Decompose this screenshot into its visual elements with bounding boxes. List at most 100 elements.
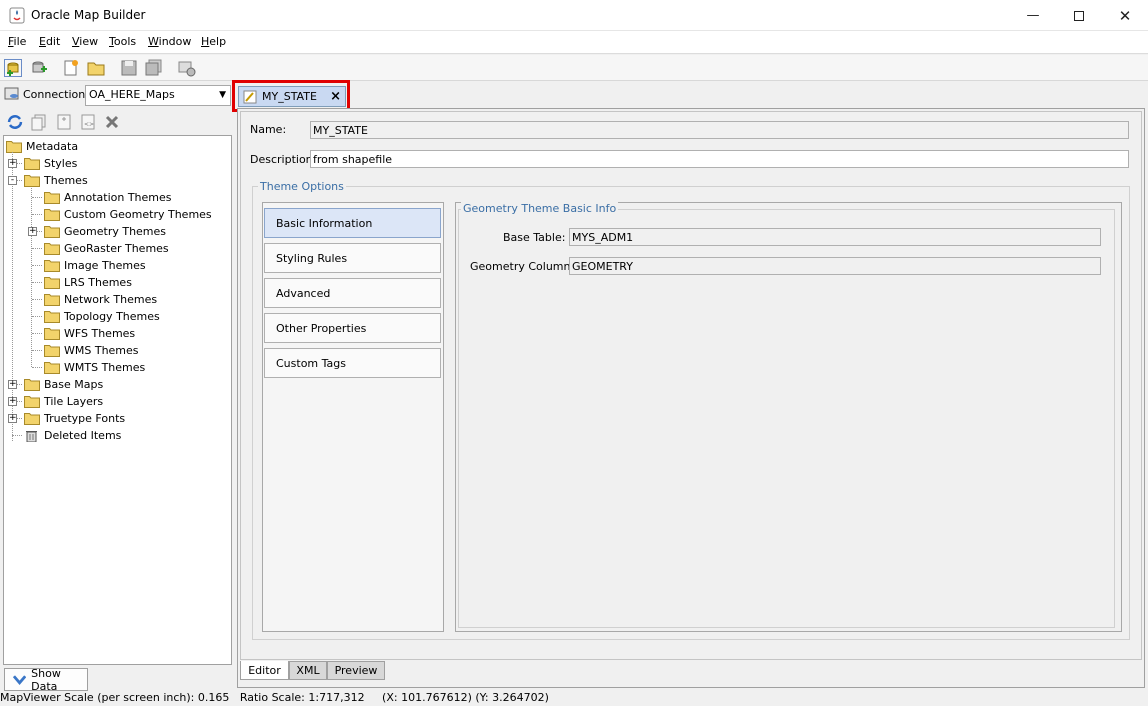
tab-my-state[interactable]: MY_STATE × bbox=[238, 86, 346, 107]
base-table-field[interactable]: MYS_ADM1 bbox=[569, 228, 1101, 246]
menu-window[interactable]: Window bbox=[148, 35, 191, 48]
show-data-button[interactable]: Show Data bbox=[4, 666, 88, 693]
tree-item-topology-themes[interactable]: Topology Themes bbox=[44, 308, 160, 325]
tree-item-label: Image Themes bbox=[64, 259, 146, 272]
menu-bar: File Edit View Tools Window Help bbox=[0, 31, 1148, 54]
copy-icon[interactable] bbox=[30, 113, 48, 131]
menu-help[interactable]: Help bbox=[201, 35, 226, 48]
tree-item-truetype-fonts[interactable]: Truetype Fonts bbox=[24, 410, 125, 427]
tree-connector bbox=[32, 265, 42, 266]
tree-item-image-themes[interactable]: Image Themes bbox=[44, 257, 146, 274]
tree-item-base-maps[interactable]: Base Maps bbox=[24, 376, 103, 393]
folder-icon bbox=[44, 311, 60, 323]
main-toolbar bbox=[0, 55, 1148, 81]
tree-item-deleted-items[interactable]: Deleted Items bbox=[24, 427, 121, 444]
tree-root-metadata[interactable]: Metadata bbox=[6, 138, 78, 155]
tree-connector bbox=[32, 367, 42, 368]
status-text: MapViewer Scale (per screen inch): 0.165… bbox=[0, 691, 549, 704]
folder-icon bbox=[44, 209, 60, 221]
nav-other-properties[interactable]: Other Properties bbox=[264, 313, 441, 343]
geometry-info-title: Geometry Theme Basic Info bbox=[461, 202, 619, 215]
expand-icon[interactable]: + bbox=[8, 159, 17, 168]
folder-icon bbox=[44, 260, 60, 272]
chevron-down-icon bbox=[13, 674, 27, 685]
expand-icon[interactable]: + bbox=[8, 380, 17, 389]
status-bar: MapViewer Scale (per screen inch): 0.165… bbox=[0, 690, 1148, 706]
maximize-button[interactable] bbox=[1056, 0, 1102, 31]
tree-item-label: LRS Themes bbox=[64, 276, 132, 289]
expand-icon[interactable]: + bbox=[8, 397, 17, 406]
nav-advanced[interactable]: Advanced bbox=[264, 278, 441, 308]
open-folder-icon[interactable] bbox=[87, 59, 105, 77]
tab-xml[interactable]: XML bbox=[289, 661, 327, 680]
tab-editor[interactable]: Editor bbox=[240, 661, 289, 680]
tree-item-label: Themes bbox=[44, 174, 88, 187]
minimize-button[interactable]: — bbox=[1010, 0, 1056, 31]
tree-item-custom-geometry-themes[interactable]: Custom Geometry Themes bbox=[44, 206, 212, 223]
menu-file[interactable]: File bbox=[8, 35, 26, 48]
minimize-icon: — bbox=[1026, 8, 1040, 23]
tree-item-lrs-themes[interactable]: LRS Themes bbox=[44, 274, 132, 291]
expand-icon[interactable]: + bbox=[28, 227, 37, 236]
tree-connector bbox=[32, 350, 42, 351]
tree-item-label: Base Maps bbox=[44, 378, 104, 391]
connection-select[interactable]: OA_HERE_Maps ▼ bbox=[85, 85, 231, 106]
svg-text:<>: <> bbox=[84, 121, 94, 128]
maximize-icon bbox=[1074, 10, 1084, 21]
settings-icon[interactable] bbox=[178, 59, 196, 77]
tree-connector bbox=[32, 316, 42, 317]
folder-icon bbox=[24, 379, 40, 391]
tree-connector bbox=[12, 435, 22, 436]
tree-item-network-themes[interactable]: Network Themes bbox=[44, 291, 157, 308]
description-field[interactable]: from shapefile bbox=[310, 150, 1129, 168]
nav-basic-information[interactable]: Basic Information bbox=[264, 208, 441, 238]
tree-item-label: WMS Themes bbox=[64, 344, 139, 357]
tree-item-label: Topology Themes bbox=[64, 310, 160, 323]
menu-tools[interactable]: Tools bbox=[109, 35, 136, 48]
tree-item-annotation-themes[interactable]: Annotation Themes bbox=[44, 189, 172, 206]
folder-open-icon bbox=[6, 141, 22, 153]
connection-label: Connection: bbox=[23, 88, 89, 101]
close-window-button[interactable]: ✕ bbox=[1102, 0, 1148, 31]
new-icon[interactable] bbox=[62, 59, 80, 77]
nav-custom-tags[interactable]: Custom Tags bbox=[264, 348, 441, 378]
menu-edit[interactable]: Edit bbox=[39, 35, 60, 48]
tree-item-wmts-themes[interactable]: WMTS Themes bbox=[44, 359, 145, 376]
close-tab-icon[interactable]: × bbox=[330, 89, 341, 104]
tree-connector bbox=[32, 248, 42, 249]
tree-item-geometry-themes[interactable]: Geometry Themes bbox=[44, 223, 166, 240]
tree-item-wms-themes[interactable]: WMS Themes bbox=[44, 342, 139, 359]
new-connection-icon[interactable] bbox=[4, 59, 22, 77]
refresh-icon[interactable] bbox=[6, 113, 24, 131]
tree-connector bbox=[32, 333, 42, 334]
tree-item-tile-layers[interactable]: Tile Layers bbox=[24, 393, 103, 410]
save-all-icon[interactable] bbox=[145, 59, 163, 77]
name-field[interactable]: MY_STATE bbox=[310, 121, 1129, 139]
tree-item-label: GeoRaster Themes bbox=[64, 242, 169, 255]
tree-item-label: Truetype Fonts bbox=[44, 412, 126, 425]
collapse-icon[interactable]: - bbox=[8, 176, 17, 185]
tree-item-themes[interactable]: Themes bbox=[24, 172, 88, 189]
tree-item-wfs-themes[interactable]: WFS Themes bbox=[44, 325, 135, 342]
paste-icon[interactable] bbox=[55, 113, 73, 131]
delete-icon[interactable] bbox=[103, 113, 121, 131]
save-icon[interactable] bbox=[120, 59, 138, 77]
folder-icon bbox=[44, 226, 60, 238]
nav-styling-rules[interactable]: Styling Rules bbox=[264, 243, 441, 273]
menu-view[interactable]: View bbox=[72, 35, 98, 48]
tree-item-label: Styles bbox=[44, 157, 78, 170]
folder-icon bbox=[44, 362, 60, 374]
rename-icon[interactable]: <> bbox=[79, 113, 97, 131]
tree-item-georaster-themes[interactable]: GeoRaster Themes bbox=[44, 240, 169, 257]
folder-icon bbox=[44, 243, 60, 255]
tree-item-label: Custom Geometry Themes bbox=[64, 208, 212, 221]
tab-preview[interactable]: Preview bbox=[327, 661, 385, 680]
show-data-label: Show Data bbox=[31, 666, 61, 693]
expand-icon[interactable]: + bbox=[8, 414, 17, 423]
name-label: Name: bbox=[250, 123, 287, 136]
import-icon[interactable] bbox=[30, 59, 48, 77]
tree-item-styles[interactable]: Styles bbox=[24, 155, 77, 172]
window-title: Oracle Map Builder bbox=[31, 8, 146, 22]
description-label: Description: bbox=[250, 153, 317, 166]
geometry-column-field[interactable]: GEOMETRY bbox=[569, 257, 1101, 275]
